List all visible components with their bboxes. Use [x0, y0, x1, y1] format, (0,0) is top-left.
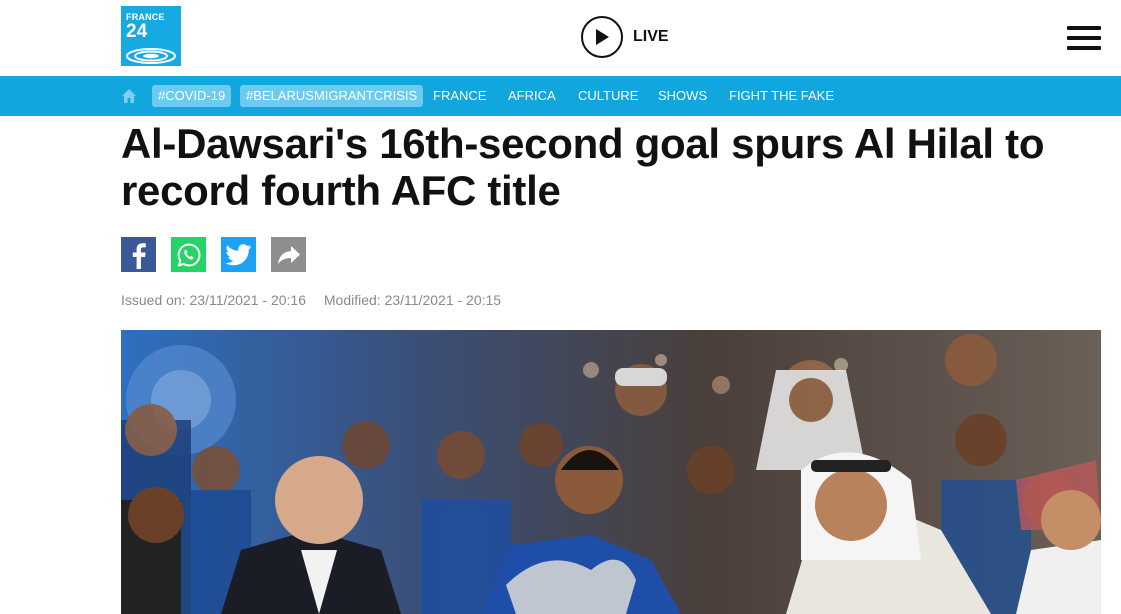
logo-line2: 24 — [126, 21, 148, 42]
site-header: FRANCE 24 LIVE — [0, 0, 1121, 76]
twitter-icon[interactable] — [221, 237, 256, 272]
nav-link-culture[interactable]: CULTURE — [578, 76, 638, 116]
article-dates: Issued on: 23/11/2021 - 20:16 Modified: … — [121, 292, 515, 308]
nav-link-france[interactable]: FRANCE — [433, 76, 486, 116]
home-icon[interactable] — [121, 88, 137, 104]
share-icon[interactable] — [271, 237, 306, 272]
modified-date: Modified: 23/11/2021 - 20:15 — [323, 292, 502, 308]
nav-link-fight-the-fake[interactable]: FIGHT THE FAKE — [729, 76, 834, 116]
france24-logo[interactable]: FRANCE 24 — [121, 6, 181, 66]
nav-tag-covid[interactable]: #COVID-19 — [152, 85, 232, 107]
whatsapp-icon[interactable] — [171, 237, 206, 272]
live-label: LIVE — [633, 28, 669, 45]
article-photo — [121, 330, 1101, 614]
main-nav: #COVID-19 #BELARUSMIGRANTCRISIS FRANCE A… — [0, 76, 1121, 116]
issued-date: Issued on: 23/11/2021 - 20:16 — [121, 292, 306, 308]
play-icon — [581, 16, 623, 58]
article-headline: Al-Dawsari's 16th-second goal spurs Al H… — [121, 120, 1045, 214]
nav-link-shows[interactable]: SHOWS — [658, 76, 707, 116]
hamburger-menu-icon[interactable] — [1067, 26, 1101, 50]
live-button[interactable]: LIVE — [581, 16, 669, 58]
nav-link-africa[interactable]: AFRICA — [508, 76, 556, 116]
nav-tag-belarus[interactable]: #BELARUSMIGRANTCRISIS — [240, 85, 424, 107]
facebook-icon[interactable] — [121, 237, 156, 272]
